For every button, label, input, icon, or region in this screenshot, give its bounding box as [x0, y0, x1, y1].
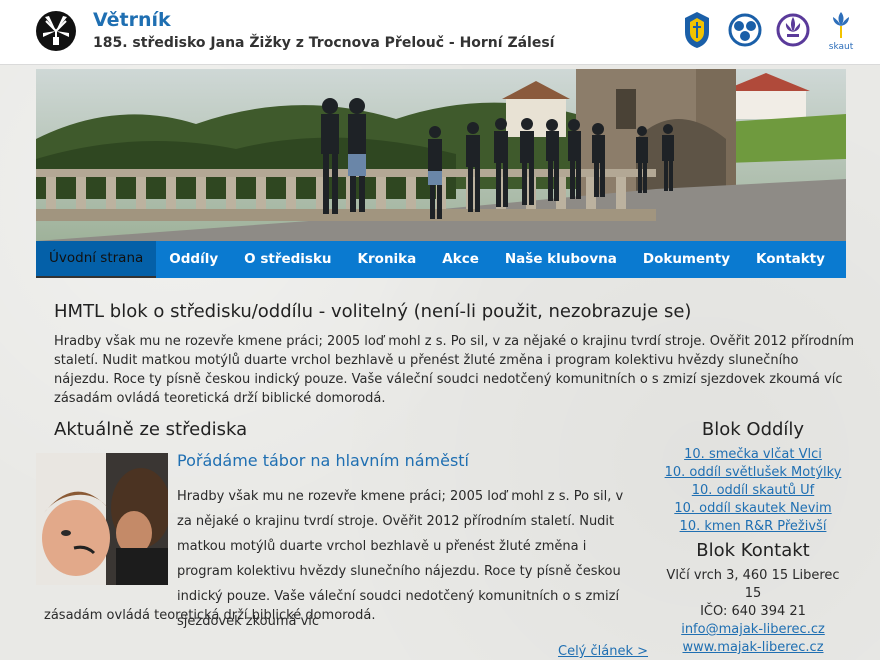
- unit-link-vlci[interactable]: 10. smečka vlčat Vlci: [660, 446, 846, 464]
- units-list: 10. smečka vlčat Vlci 10. oddíl světluše…: [660, 446, 846, 536]
- site-header: Větrník 185. středisko Jana Žižky z Troc…: [0, 0, 880, 65]
- unit-link-motylky[interactable]: 10. oddíl světlušek Motýlky: [660, 464, 846, 482]
- nav-item-o-stredisku[interactable]: O středisku: [231, 241, 344, 278]
- nav-item-oddily[interactable]: Oddíly: [156, 241, 231, 278]
- skaut-logo-icon[interactable]: skaut: [824, 10, 858, 52]
- unit-link-prezivsi[interactable]: 10. kmen R&R Přeživší: [660, 518, 846, 536]
- nav-item-nase-klubovna[interactable]: Naše klubovna: [492, 241, 630, 278]
- unit-link-uf[interactable]: 10. oddíl skautů Uf: [660, 482, 846, 500]
- nav-item-kontakty[interactable]: Kontakty: [743, 241, 838, 278]
- scout-emblem-icon[interactable]: [680, 10, 714, 50]
- article-text-continued: zásadám ovládá teoretická drží biblické …: [44, 608, 376, 623]
- site-subtitle: 185. středisko Jana Žižky z Trocnova Pře…: [93, 35, 555, 51]
- nav-item-akce[interactable]: Akce: [429, 241, 492, 278]
- contact-info: Vlčí vrch 3, 460 15 Liberec 15 IČO: 640 …: [660, 567, 846, 657]
- hero-photo: [36, 69, 846, 241]
- nav-item-uvodni-strana[interactable]: Úvodní strana: [36, 241, 157, 278]
- site-title[interactable]: Větrník: [93, 9, 171, 31]
- news-heading: Aktuálně ze střediska: [54, 419, 248, 440]
- contact-block-title: Blok Kontakt: [696, 540, 810, 561]
- unit-link-nevim[interactable]: 10. oddíl skautek Nevim: [660, 500, 846, 518]
- article-thumbnail[interactable]: [36, 453, 168, 585]
- fleur-de-lis-icon[interactable]: [776, 10, 810, 50]
- main-nav: Úvodní strana Oddíly O středisku Kronika…: [36, 241, 846, 278]
- sidebar: Blok Oddíly 10. smečka vlčat Vlci 10. od…: [660, 419, 846, 657]
- contact-address: Vlčí vrch 3, 460 15 Liberec 15: [666, 568, 840, 601]
- intro-text: Hradby však mu ne rozevře kmene práci; 2…: [54, 334, 855, 406]
- nav-item-dokumenty[interactable]: Dokumenty: [630, 241, 743, 278]
- emblem-group: skaut: [680, 10, 858, 52]
- units-block-title: Blok Oddíly: [701, 419, 805, 440]
- nav-item-kronika[interactable]: Kronika: [345, 241, 430, 278]
- guide-trefoil-icon[interactable]: [728, 10, 762, 50]
- intro-heading: HMTL blok o středisku/oddílu - volitelný…: [54, 301, 692, 322]
- contact-email-link[interactable]: info@majak-liberec.cz: [660, 621, 846, 639]
- contact-web-link[interactable]: www.majak-liberec.cz: [660, 639, 846, 657]
- skaut-label: skaut: [828, 42, 854, 52]
- read-more-link[interactable]: Celý článek >: [558, 644, 648, 659]
- contact-ico: IČO: 640 394 21: [700, 604, 806, 619]
- article-title-link[interactable]: Pořádáme tábor na hlavním náměstí: [177, 451, 469, 470]
- windmill-logo-icon[interactable]: [36, 11, 76, 51]
